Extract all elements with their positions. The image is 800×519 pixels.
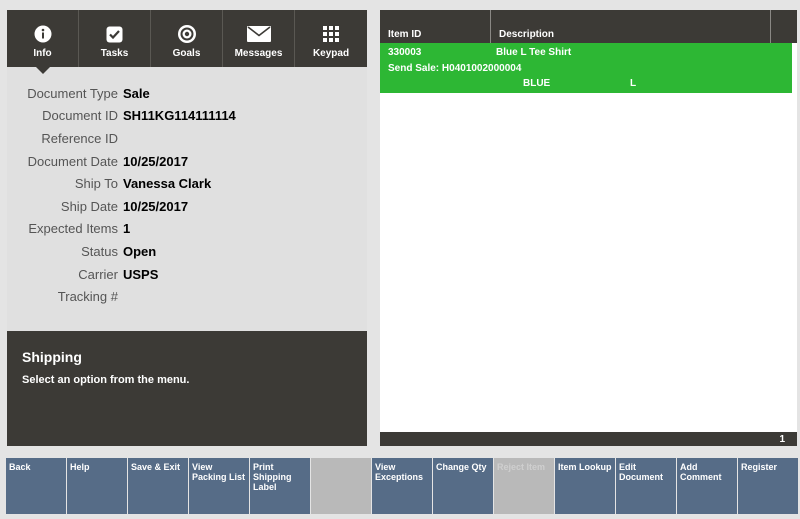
- field-label: Expected Items: [28, 221, 118, 237]
- field-value: SH11KG114111114: [123, 108, 236, 124]
- field-reference-id: Reference ID: [7, 127, 367, 150]
- checkbox-icon: [79, 24, 150, 44]
- tab-goals[interactable]: Goals: [151, 10, 223, 67]
- cell-send-sale: Send Sale: H0401002000004: [388, 63, 522, 74]
- change-qty-button[interactable]: Change Qty: [433, 458, 493, 514]
- field-label: Tracking #: [57, 289, 118, 305]
- field-carrier: Carrier USPS: [7, 263, 367, 286]
- document-fields: Document Type Sale Document ID SH11KG114…: [7, 82, 367, 308]
- column-header-label: Item ID: [388, 29, 422, 40]
- field-tracking-number: Tracking #: [7, 285, 367, 308]
- save-exit-button[interactable]: Save & Exit: [128, 458, 188, 514]
- field-label: Reference ID: [41, 130, 118, 146]
- item-table: Item ID Description 330003 Blue L Tee Sh…: [380, 10, 797, 446]
- field-label: Document Date: [27, 153, 118, 169]
- tab-keypad[interactable]: Keypad: [295, 10, 367, 67]
- cell-item-id: 330003: [388, 47, 422, 58]
- field-value: 10/25/2017: [123, 153, 189, 169]
- tab-label: Keypad: [312, 48, 350, 59]
- register-button[interactable]: Register: [738, 458, 798, 514]
- cell-description: Blue L Tee Shirt: [496, 47, 572, 58]
- prompt-title: Shipping: [22, 349, 82, 365]
- field-label: Ship Date: [60, 198, 118, 214]
- item-lookup-button[interactable]: Item Lookup: [555, 458, 615, 514]
- field-ship-date: Ship Date 10/25/2017: [7, 195, 367, 218]
- document-info-panel: Info Tasks Goals Messages Keypad Documen…: [7, 10, 367, 446]
- field-label: Document Type: [27, 85, 118, 101]
- field-label: Document ID: [42, 108, 118, 124]
- column-header-label: Description: [499, 29, 555, 40]
- field-value: USPS: [123, 266, 159, 282]
- table-row[interactable]: 330003 Blue L Tee Shirt Send Sale: H0401…: [380, 43, 792, 93]
- field-status: Status Open: [7, 240, 367, 263]
- field-label: Ship To: [74, 176, 118, 192]
- view-packing-list-button[interactable]: View Packing List: [189, 458, 249, 514]
- reject-item-button: Reject Item: [494, 458, 554, 514]
- tab-info[interactable]: Info: [7, 10, 79, 74]
- column-header-description: Description: [491, 10, 771, 43]
- print-shipping-label-button[interactable]: Print Shipping Label: [250, 458, 310, 514]
- tab-messages[interactable]: Messages: [223, 10, 295, 67]
- prompt-panel: Shipping Select an option from the menu.: [7, 331, 367, 446]
- cell-color: BLUE: [523, 78, 551, 89]
- column-header-item-id: Item ID: [380, 10, 491, 43]
- help-button[interactable]: Help: [67, 458, 127, 514]
- cell-size: L: [630, 78, 637, 89]
- keypad-icon: [295, 24, 367, 44]
- column-header-blank: [771, 10, 797, 43]
- edit-document-button[interactable]: Edit Document: [616, 458, 676, 514]
- tab-label: Goals: [172, 48, 201, 59]
- field-label: Status: [81, 243, 118, 259]
- blank-button: [311, 458, 371, 514]
- tab-label: Messages: [234, 48, 283, 59]
- info-icon: [7, 24, 78, 44]
- tab-label: Info: [33, 48, 52, 59]
- back-button[interactable]: Back: [6, 458, 66, 514]
- field-document-date: Document Date 10/25/2017: [7, 150, 367, 173]
- tab-label: Tasks: [100, 48, 129, 59]
- field-document-type: Document Type Sale: [7, 82, 367, 105]
- field-ship-to: Ship To Vanessa Clark: [7, 172, 367, 195]
- add-comment-button[interactable]: Add Comment: [677, 458, 737, 514]
- tab-bar: Info Tasks Goals Messages Keypad: [7, 10, 367, 74]
- field-value: Vanessa Clark: [123, 176, 212, 192]
- field-document-id: Document ID SH11KG114111114: [7, 105, 367, 128]
- item-count: 1: [779, 434, 785, 445]
- table-header: Item ID Description: [380, 10, 797, 43]
- target-icon: [151, 24, 222, 44]
- table-footer: 1: [380, 432, 797, 446]
- envelope-icon: [223, 24, 294, 44]
- field-value: 1: [123, 221, 131, 237]
- field-value: Open: [123, 243, 157, 259]
- field-expected-items: Expected Items 1: [7, 218, 367, 241]
- field-value: 10/25/2017: [123, 198, 189, 214]
- view-exceptions-button[interactable]: View Exceptions: [372, 458, 432, 514]
- field-value: Sale: [123, 85, 150, 101]
- field-label: Carrier: [78, 266, 118, 282]
- prompt-message: Select an option from the menu.: [22, 374, 190, 386]
- tab-tasks[interactable]: Tasks: [79, 10, 151, 67]
- button-bar: Back Help Save & Exit View Packing List …: [6, 458, 800, 514]
